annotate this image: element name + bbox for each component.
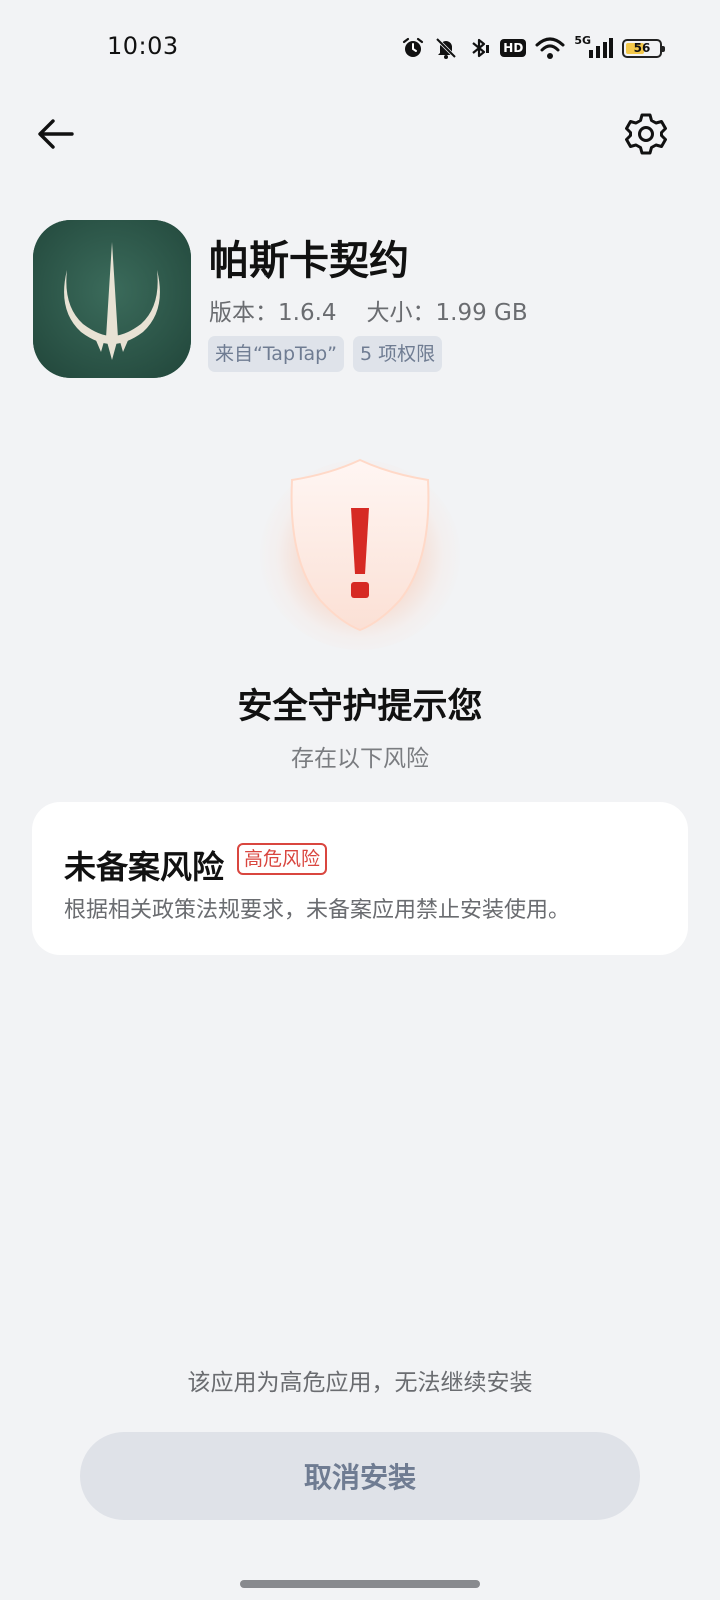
app-name: 帕斯卡契约 [209, 238, 409, 284]
hd-icon: HD [500, 39, 527, 57]
wifi-icon [535, 36, 565, 60]
risk-description: 根据相关政策法规要求，未备案应用禁止安装使用。 [64, 898, 571, 923]
shield-warning-icon [220, 440, 500, 660]
permissions-tag[interactable]: 5 项权限 [353, 336, 443, 372]
home-indicator[interactable] [240, 1580, 480, 1588]
battery-level: 56 [633, 41, 651, 55]
app-tags: 来自“TapTap” 5 项权限 [208, 336, 443, 372]
risk-card: 未备案风险 高危风险 根据相关政策法规要求，未备案应用禁止安装使用。 [32, 802, 688, 955]
cancel-install-button[interactable]: 取消安装 [80, 1432, 640, 1520]
cellular-signal-icon: 5G [574, 33, 613, 60]
warning-title: 安全守护提示您 [237, 687, 483, 727]
bluetooth-icon [467, 36, 491, 60]
alarm-icon [401, 36, 425, 60]
app-meta: 版本：1.6.4 大小：1.99 GB [209, 293, 558, 327]
risk-title: 未备案风险 [64, 848, 225, 886]
mute-icon [434, 36, 458, 60]
status-icons: HD 5G 56 [401, 33, 665, 62]
back-button[interactable] [32, 110, 80, 158]
status-bar: 10:03 HD 5G 56 [0, 0, 720, 96]
app-icon [33, 220, 191, 378]
install-blocked-note: 该应用为高危应用，无法继续安装 [187, 1370, 533, 1396]
install-risk-screen: 10:03 HD 5G 56 帕斯卡契约 版本：1.6.4 大小：1.99 GB… [0, 0, 720, 1600]
back-arrow-icon [38, 119, 74, 149]
app-size: 大小：1.99 GB [366, 300, 528, 326]
gear-icon [625, 113, 667, 155]
settings-button[interactable] [622, 110, 670, 158]
network-type-label: 5G [574, 33, 591, 47]
risk-level-badge: 高危风险 [237, 843, 328, 875]
status-time: 10:03 [107, 32, 179, 60]
app-version: 版本：1.6.4 [209, 300, 337, 326]
warning-subtitle: 存在以下风险 [291, 746, 429, 772]
battery-icon: 56 [622, 38, 665, 58]
source-tag[interactable]: 来自“TapTap” [208, 336, 345, 372]
